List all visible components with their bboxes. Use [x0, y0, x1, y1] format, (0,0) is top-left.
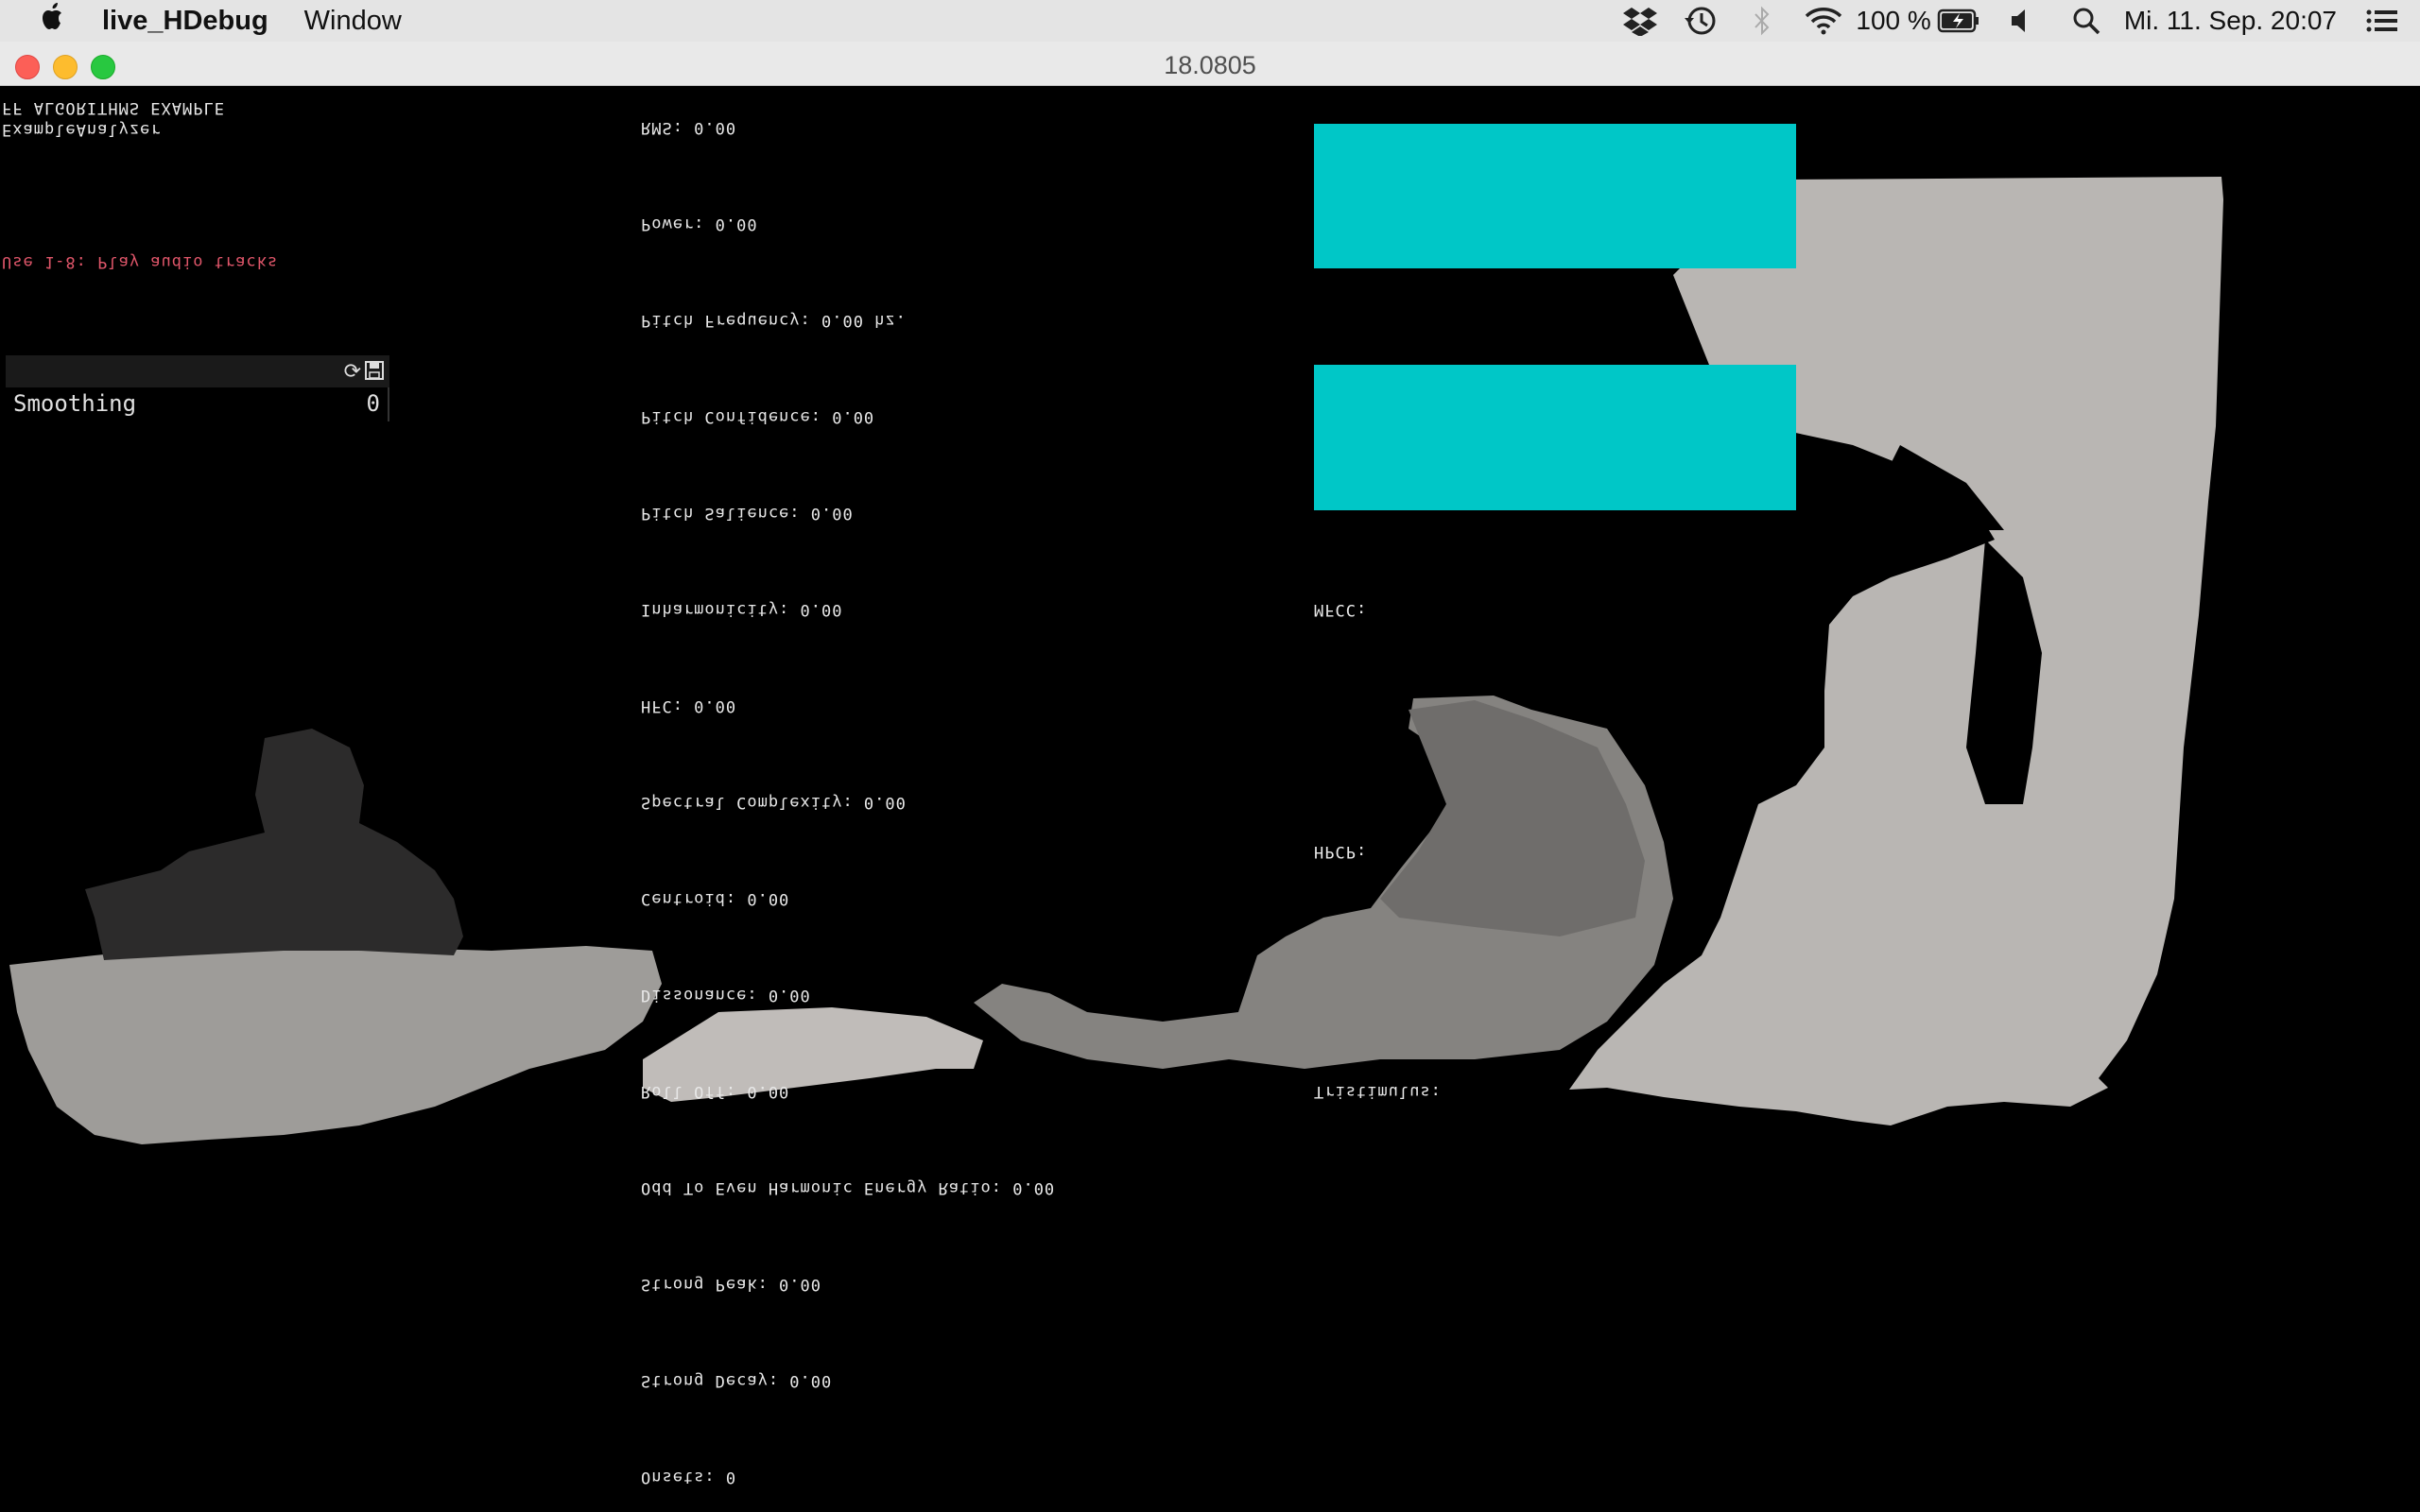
feature-label-strong-peak: Strong Peak: 0.00	[641, 1275, 821, 1294]
app-header-subtitle: ExampleAnalyzer	[2, 120, 162, 139]
feature-label-hfc: HFC: 0.00	[641, 696, 737, 715]
feature-label-pitch-frequency: Pitch Frequency: 0.00 hz.	[641, 311, 907, 330]
feature-label-power: Power: 0.00	[641, 215, 758, 233]
feature-label-dissonance: Dissonance: 0.00	[641, 986, 811, 1005]
spotlight-icon[interactable]	[2058, 0, 2115, 42]
feature-label-odd-even-ratio: Odd To Even Harmonic Energy Ratio: 0.00	[641, 1178, 1056, 1197]
gui-panel: ⟳ Smoothing 0	[6, 355, 389, 421]
feature-label-pitch-confidence: Pitch Confidence: 0.00	[641, 407, 875, 426]
save-icon[interactable]	[365, 361, 384, 385]
mfcc-label: MFCC:	[1314, 600, 1368, 619]
dropbox-icon[interactable]	[1612, 0, 1668, 42]
wifi-icon[interactable]	[1791, 0, 1856, 42]
keyboard-hint: Use 1-8: Play audio tracks	[2, 252, 279, 271]
battery-percent: 100 %	[1856, 6, 1931, 35]
hpcp-label: HPCP:	[1314, 842, 1368, 861]
apple-icon[interactable]	[34, 2, 72, 40]
mfcc-bar-bottom	[1314, 365, 1796, 510]
feature-label-strong-decay: Strong Decay: 0.00	[641, 1371, 833, 1390]
volume-icon[interactable]	[1986, 0, 2058, 42]
feature-label-pitch-salience: Pitch Salience: 0.00	[641, 504, 854, 523]
app-menu[interactable]: live_HDebug	[102, 6, 268, 37]
tristimulus-label: Tristimulus:	[1314, 1082, 1442, 1101]
mfcc-bar-top	[1314, 124, 1796, 268]
feature-label-rms: RMS: 0.00	[641, 118, 737, 137]
notification-center-icon[interactable]	[2361, 0, 2403, 42]
status-area: 100 % Mi. 11. Sep. 20:07	[1612, 0, 2403, 42]
smoothing-value: 0	[366, 390, 380, 417]
reload-icon[interactable]: ⟳	[344, 359, 361, 384]
menu-bar: live_HDebug Window 100 % Mi. 11. Sep. 20…	[0, 0, 2420, 42]
feature-label-spectral-complexity: Spectral Complexity: 0.00	[641, 793, 907, 812]
battery-icon[interactable]	[1931, 0, 1986, 42]
bluetooth-icon[interactable]	[1733, 0, 1791, 42]
smoothing-slider[interactable]: Smoothing 0	[6, 387, 389, 421]
gui-panel-header[interactable]: ⟳	[6, 355, 389, 387]
feature-label-roll-off: Roll Off: 0.00	[641, 1082, 790, 1101]
feature-label-onsets: Onsets: 0	[641, 1468, 737, 1486]
time-machine-icon[interactable]	[1668, 0, 1733, 42]
app-header-title: FF ALGORITHMS EXAMPLE	[2, 98, 225, 117]
window-menu[interactable]: Window	[304, 6, 402, 37]
clock[interactable]: Mi. 11. Sep. 20:07	[2124, 6, 2337, 36]
window-title: 18.0805	[1164, 51, 1256, 79]
smoothing-label: Smoothing	[13, 390, 137, 417]
depth-image	[9, 177, 2223, 1144]
app-canvas[interactable]: FF ALGORITHMS EXAMPLE ExampleAnalyzer Us…	[0, 86, 2420, 1512]
feature-label-inharmonicity: Inharmonicity: 0.00	[641, 600, 843, 619]
window-titlebar[interactable]: 18.0805	[0, 42, 2420, 86]
feature-label-centroid: Centroid: 0.00	[641, 889, 790, 908]
